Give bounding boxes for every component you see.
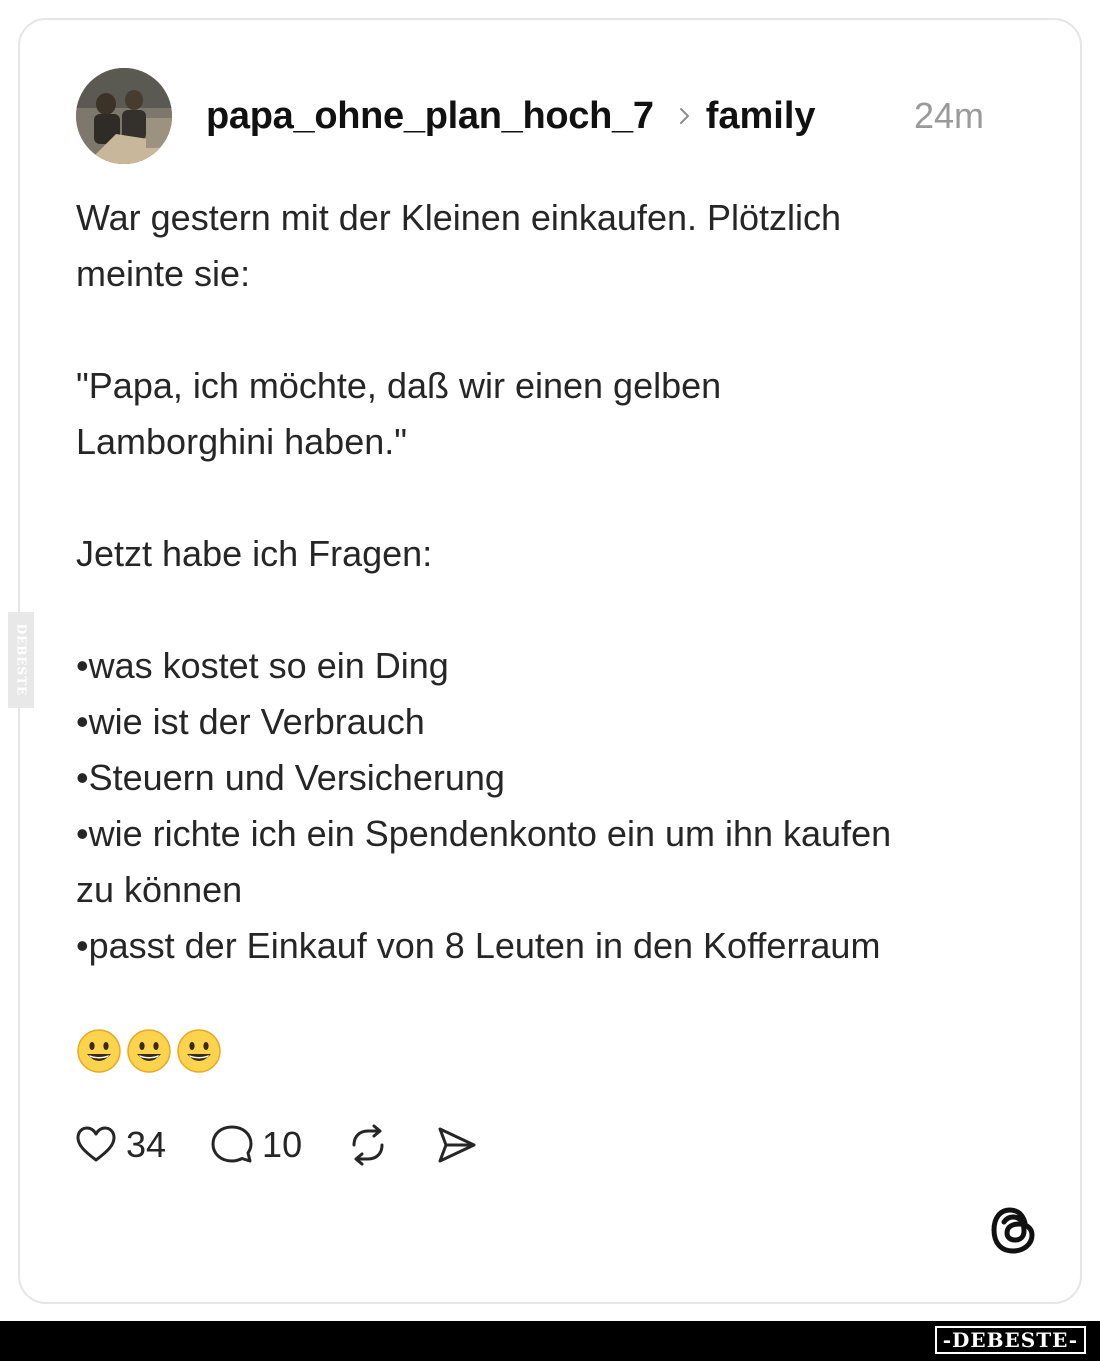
repost-button[interactable]	[346, 1123, 390, 1167]
emoji-row	[76, 1028, 222, 1074]
post-header: papa_ohne_plan_hoch_7 family 24m	[76, 68, 984, 164]
list-item: •passt der Einkauf von 8 Leuten in den K…	[76, 925, 881, 966]
list-item: •Steuern und Versicherung	[76, 757, 505, 798]
threads-logo-icon	[991, 1207, 1035, 1254]
side-watermark: DEBESTE	[8, 612, 34, 708]
brand-watermark: -DEBESTE-	[934, 1326, 1086, 1354]
avatar-image	[76, 68, 172, 164]
heart-icon	[76, 1126, 116, 1162]
list-item: zu können	[76, 869, 243, 910]
post-timestamp: 24m	[913, 95, 984, 136]
text-line: Lamborghini haben."	[76, 421, 408, 462]
share-button[interactable]	[434, 1123, 478, 1167]
post-body: War gestern mit der Kleinen einkaufen. P…	[76, 190, 1016, 1030]
community-name[interactable]: family	[706, 95, 816, 138]
grinning-face-emoji	[177, 1029, 221, 1073]
chevron-right-icon	[679, 108, 689, 124]
grinning-face-emoji	[77, 1029, 121, 1073]
text-line: "Papa, ich möchte, daß wir einen gelben	[76, 365, 722, 406]
grinning-face-emoji	[127, 1029, 171, 1073]
text-line: Jetzt habe ich Fragen:	[76, 533, 433, 574]
side-watermark-text: DEBESTE	[14, 623, 28, 697]
question-list: •was kostet so ein Ding •wie ist der Ver…	[76, 638, 1016, 974]
list-item: •wie ist der Verbrauch	[76, 701, 425, 742]
like-count: 34	[126, 1124, 167, 1165]
post-actions: 34 10	[74, 1120, 522, 1170]
list-item: •was kostet so ein Ding	[76, 645, 449, 686]
text-line: meinte sie:	[76, 253, 251, 294]
send-icon	[438, 1127, 476, 1163]
author-username[interactable]: papa_ohne_plan_hoch_7	[206, 95, 654, 138]
avatar[interactable]	[76, 68, 172, 164]
paragraph-1: War gestern mit der Kleinen einkaufen. P…	[76, 190, 1016, 302]
footer-bar: -DEBESTE-	[0, 1321, 1100, 1361]
repost-icon	[352, 1124, 384, 1166]
paragraph-2: "Papa, ich möchte, daß wir einen gelben …	[76, 358, 1016, 470]
speech-bubble-icon	[211, 1125, 253, 1163]
reply-button[interactable]: 10	[210, 1123, 302, 1167]
paragraph-3: Jetzt habe ich Fragen:	[76, 526, 1016, 582]
like-button[interactable]: 34	[74, 1123, 166, 1167]
list-item: •wie richte ich ein Spendenkonto ein um …	[76, 813, 892, 854]
reply-count: 10	[262, 1124, 303, 1165]
text-line: War gestern mit der Kleinen einkaufen. P…	[76, 197, 842, 238]
post-card: papa_ohne_plan_hoch_7 family 24m War ges…	[18, 18, 1082, 1304]
